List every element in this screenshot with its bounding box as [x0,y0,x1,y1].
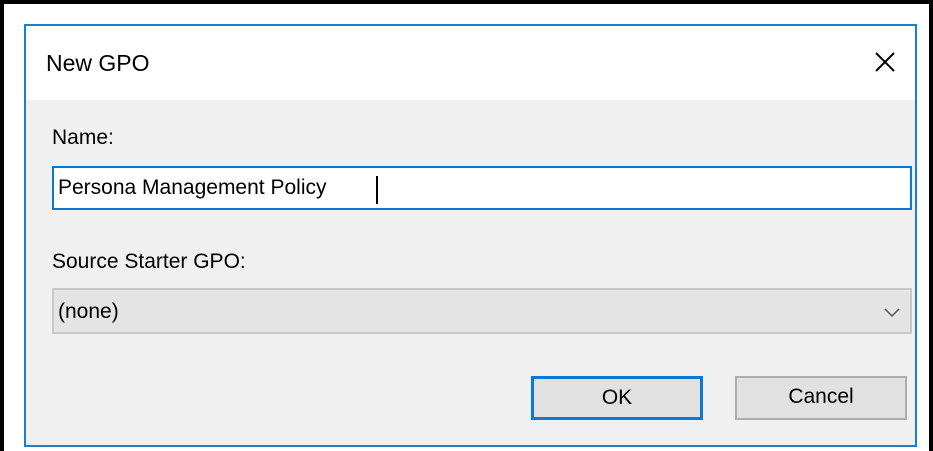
close-button[interactable] [865,42,905,82]
close-icon [875,52,895,72]
source-starter-gpo-dropdown[interactable]: (none) [52,288,912,334]
title-bar: New GPO [26,26,915,100]
name-input[interactable] [52,166,912,210]
screenshot-frame: New GPO Name: Source Starter GPO: (none)… [0,0,933,451]
dialog-title: New GPO [46,50,150,76]
ok-button[interactable]: OK [531,376,703,420]
dropdown-selected-value: (none) [58,300,119,323]
name-label: Name: [52,126,114,149]
source-starter-gpo-label: Source Starter GPO: [52,250,246,273]
cancel-button[interactable]: Cancel [735,376,907,420]
new-gpo-dialog: New GPO Name: Source Starter GPO: (none)… [24,24,917,447]
text-caret [376,176,378,204]
chevron-down-icon [884,308,900,318]
